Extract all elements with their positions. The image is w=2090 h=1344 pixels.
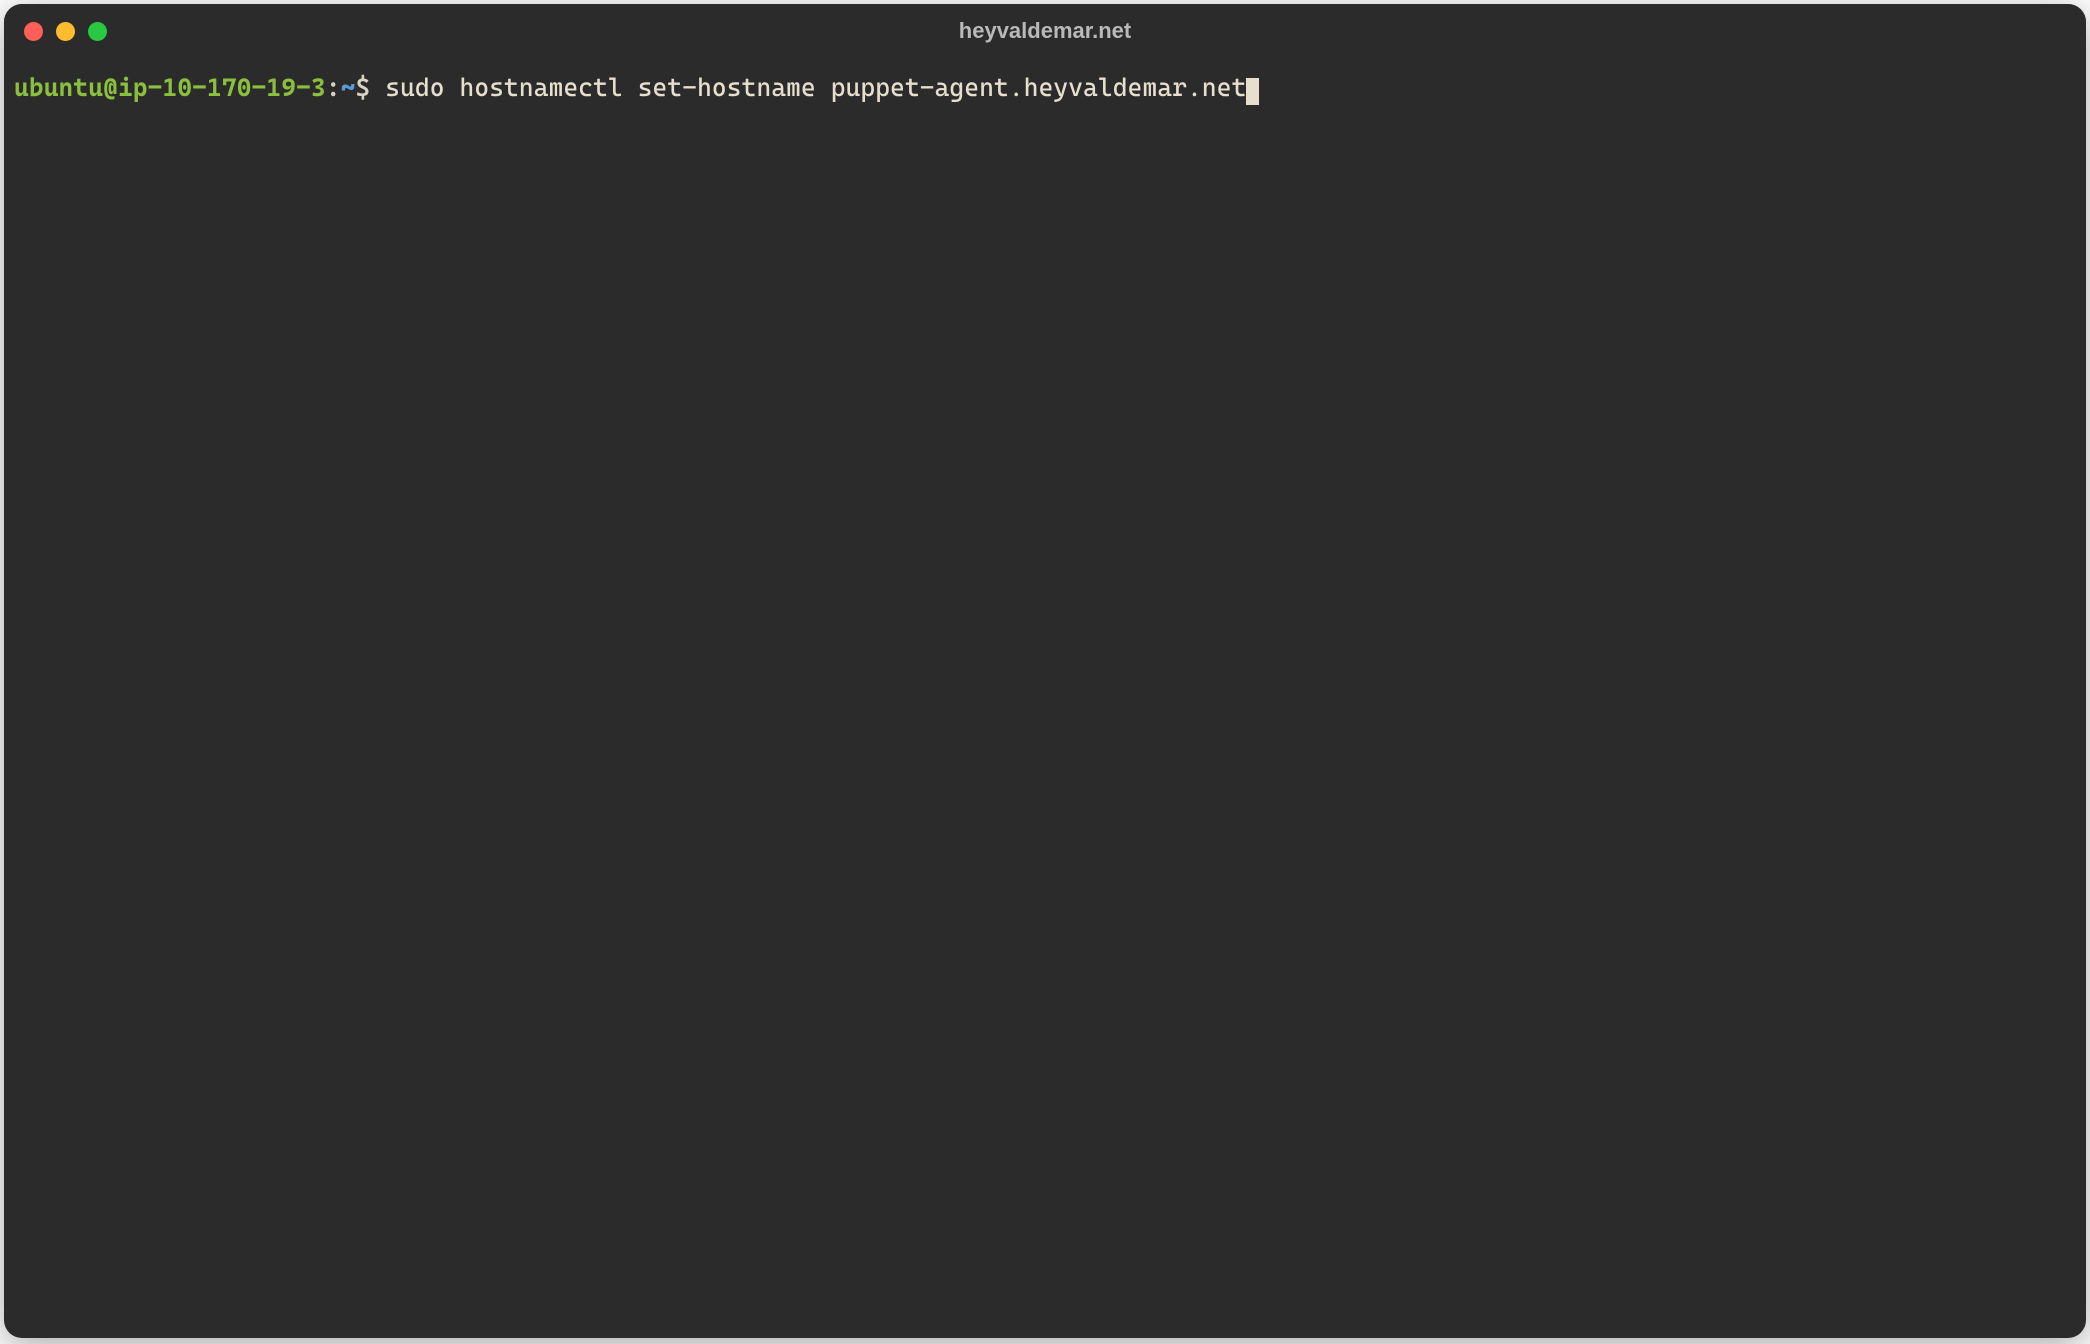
- cursor-icon: [1246, 78, 1259, 105]
- command-text: sudo hostnamectl set-hostname puppet-age…: [385, 73, 1246, 102]
- terminal-window: heyvaldemar.net ubuntu@ip-10-170-19-3:~$…: [4, 4, 2086, 1338]
- close-icon[interactable]: [24, 22, 43, 41]
- maximize-icon[interactable]: [88, 22, 107, 41]
- prompt-symbol: $: [356, 73, 371, 102]
- prompt-separator: :: [326, 73, 341, 102]
- minimize-icon[interactable]: [56, 22, 75, 41]
- window-title: heyvaldemar.net: [959, 18, 1131, 44]
- terminal-body[interactable]: ubuntu@ip-10-170-19-3:~$ sudo hostnamect…: [4, 58, 2086, 1338]
- command-input[interactable]: sudo hostnamectl set-hostname puppet-age…: [370, 73, 1246, 102]
- traffic-lights: [24, 22, 107, 41]
- prompt-path: ~: [341, 73, 356, 102]
- titlebar: heyvaldemar.net: [4, 4, 2086, 58]
- prompt-user-host: ubuntu@ip-10-170-19-3: [14, 73, 326, 102]
